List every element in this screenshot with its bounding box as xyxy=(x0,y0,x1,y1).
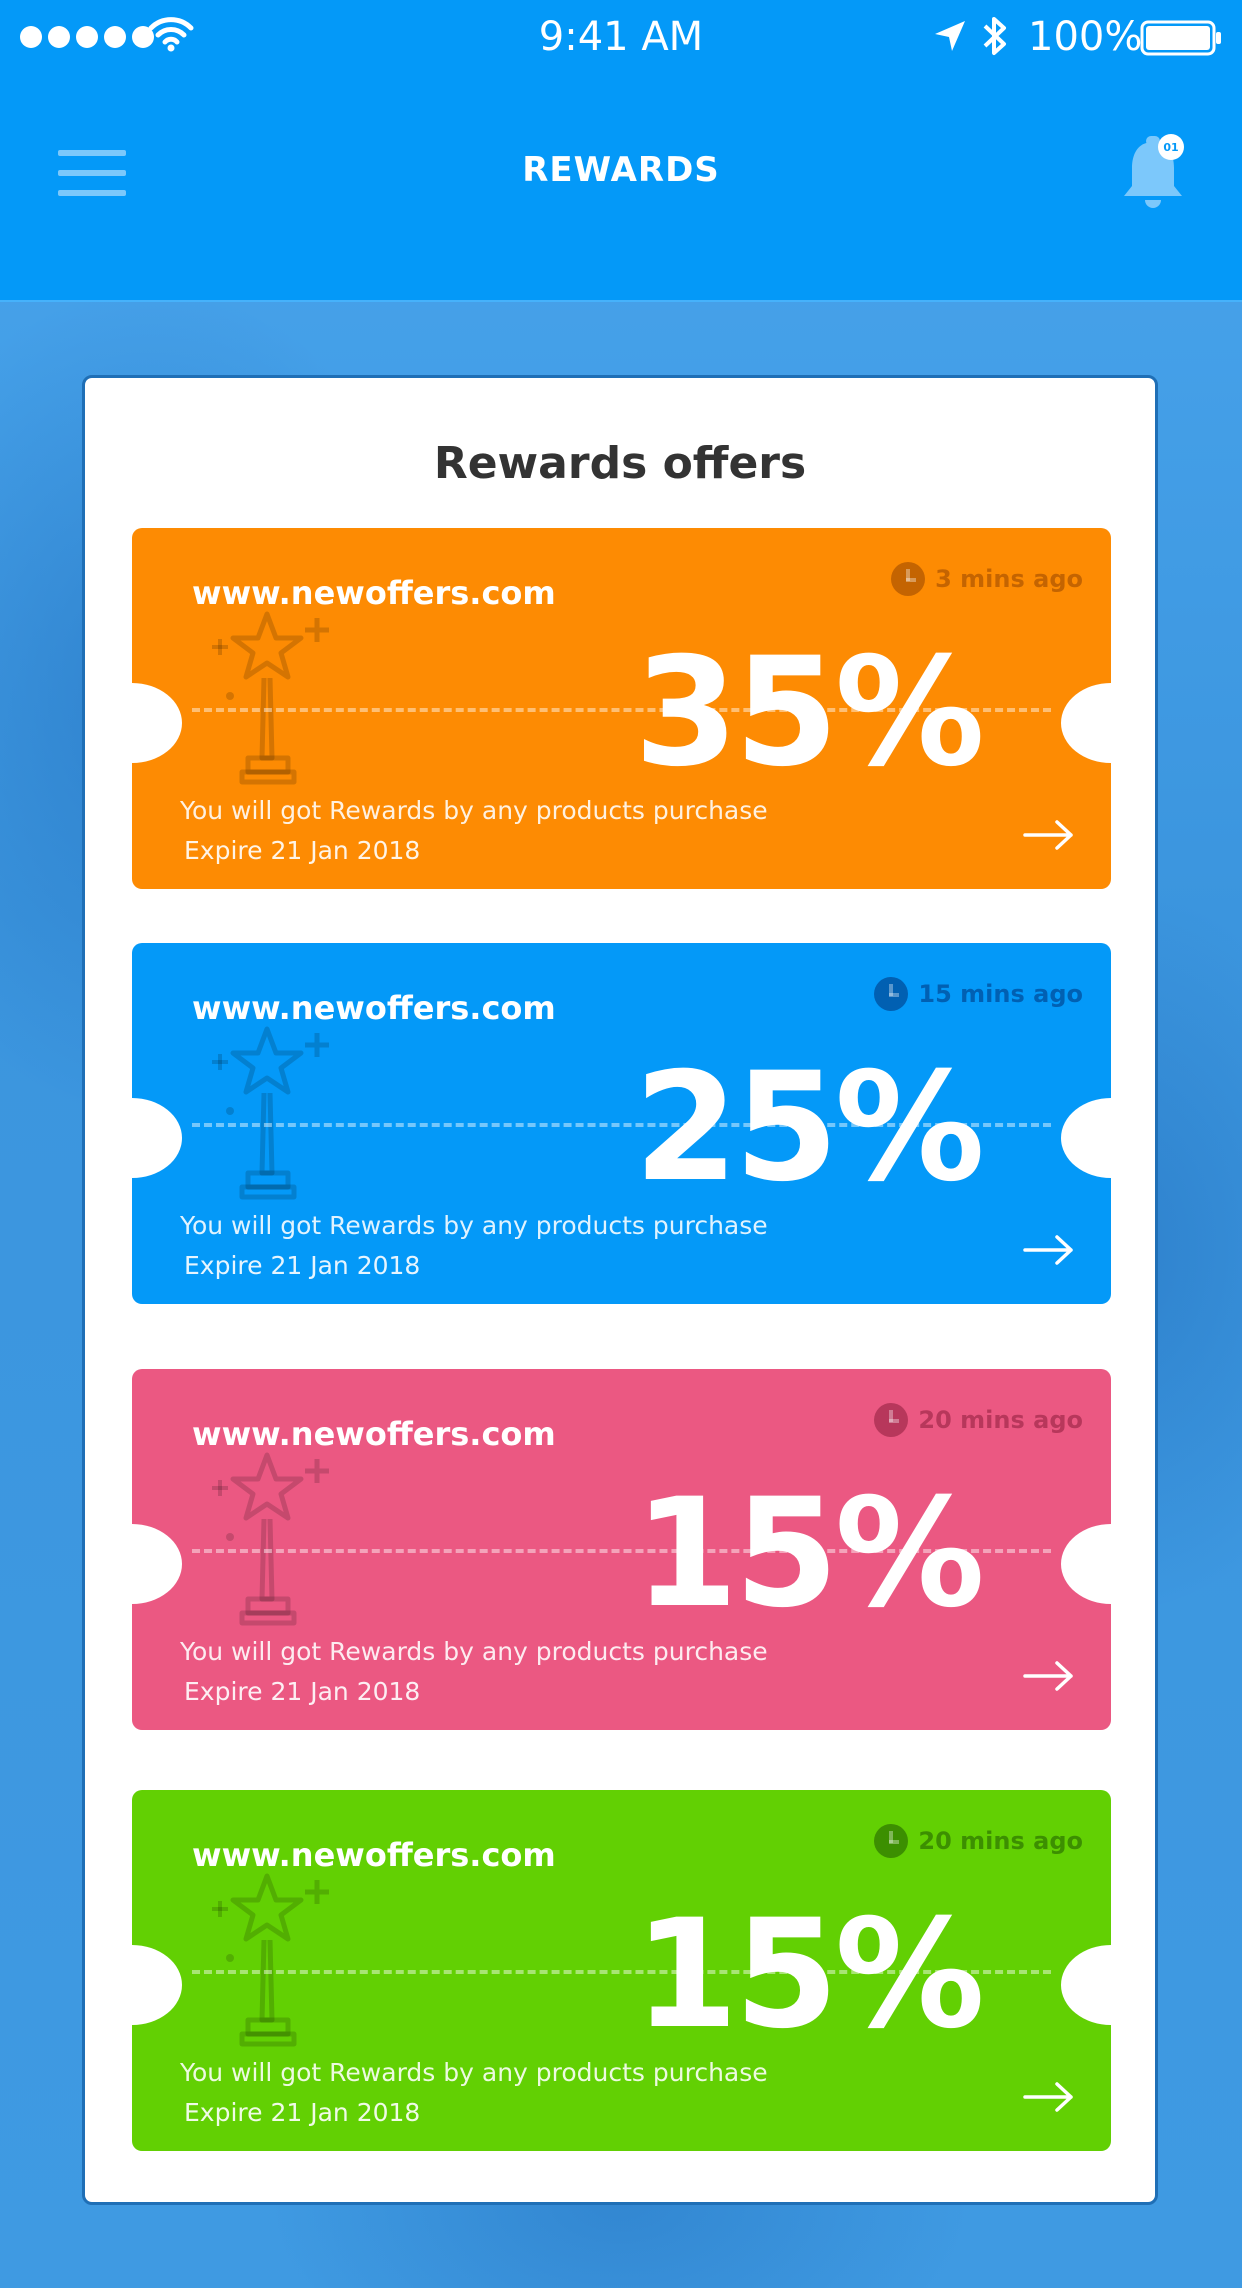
offer-ticket-2[interactable]: www.newoffers.com 15 mins ago 25% You wi… xyxy=(132,943,1111,1304)
arrow-right-icon[interactable] xyxy=(1023,1659,1075,1693)
ticket-notch-right xyxy=(1061,1098,1111,1178)
battery-icon xyxy=(1140,20,1221,56)
clock-icon xyxy=(891,562,926,596)
location-arrow-icon xyxy=(935,21,965,51)
trophy-icon xyxy=(212,1873,329,2047)
clock-icon xyxy=(874,1403,909,1437)
offer-site: www.newoffers.com xyxy=(192,574,556,612)
offer-time-label: 3 mins ago xyxy=(935,565,1083,593)
offer-expiry: Expire 21 Jan 2018 xyxy=(184,1677,421,1706)
arrow-right-icon[interactable] xyxy=(1023,1233,1075,1267)
offer-ticket-3[interactable]: www.newoffers.com 20 mins ago 15% You wi… xyxy=(132,1369,1111,1730)
offer-description: You will got Rewards by any products pur… xyxy=(180,1637,768,1666)
offer-ticket-4[interactable]: www.newoffers.com 20 mins ago 15% You wi… xyxy=(132,1790,1111,2151)
offer-time: 15 mins ago xyxy=(874,977,1083,1011)
offer-time-label: 15 mins ago xyxy=(918,980,1083,1008)
offer-ticket-1[interactable]: www.newoffers.com 3 mins ago 35% You wil… xyxy=(132,528,1111,889)
offer-percent: 15% xyxy=(633,1888,985,2062)
offer-expiry: Expire 21 Jan 2018 xyxy=(184,2098,421,2127)
arrow-right-icon[interactable] xyxy=(1023,818,1075,852)
page-title: REWARDS xyxy=(522,150,720,190)
trophy-icon xyxy=(212,1026,329,1200)
offer-time-label: 20 mins ago xyxy=(918,1827,1083,1855)
trophy-icon xyxy=(212,611,329,785)
notifications-button[interactable]: 01 xyxy=(1118,130,1188,216)
ticket-notch-right xyxy=(1061,1945,1111,2025)
offer-expiry: Expire 21 Jan 2018 xyxy=(184,1251,421,1280)
offer-site: www.newoffers.com xyxy=(192,1415,556,1453)
offer-time: 20 mins ago xyxy=(874,1824,1083,1858)
ticket-notch-left xyxy=(132,1524,182,1604)
trophy-icon xyxy=(212,1452,329,1626)
offer-description: You will got Rewards by any products pur… xyxy=(180,1211,768,1240)
offer-percent: 15% xyxy=(633,1467,985,1641)
bluetooth-icon xyxy=(983,17,1006,55)
offer-time: 3 mins ago xyxy=(891,562,1083,596)
app-header: 9:41 AM 100% REWARDS 01 xyxy=(0,0,1242,302)
notification-badge: 01 xyxy=(1158,134,1184,160)
offer-description: You will got Rewards by any products pur… xyxy=(180,796,768,825)
offer-percent: 25% xyxy=(633,1041,985,1215)
clock-icon xyxy=(874,1824,909,1858)
ticket-notch-left xyxy=(132,1945,182,2025)
offer-time: 20 mins ago xyxy=(874,1403,1083,1437)
ticket-notch-left xyxy=(132,683,182,763)
ticket-notch-right xyxy=(1061,683,1111,763)
panel-title: Rewards offers xyxy=(433,438,807,489)
offer-site: www.newoffers.com xyxy=(192,989,556,1027)
ticket-notch-right xyxy=(1061,1524,1111,1604)
offer-expiry: Expire 21 Jan 2018 xyxy=(184,836,421,865)
ticket-notch-left xyxy=(132,1098,182,1178)
offer-site: www.newoffers.com xyxy=(192,1836,556,1874)
offer-percent: 35% xyxy=(633,626,985,800)
arrow-right-icon[interactable] xyxy=(1023,2080,1075,2114)
offer-description: You will got Rewards by any products pur… xyxy=(180,2058,768,2087)
rewards-panel: Rewards offers www.newoffers.com 3 mins … xyxy=(82,375,1158,2205)
status-bar: 9:41 AM 100% xyxy=(0,0,1242,72)
clock-icon xyxy=(874,977,909,1011)
offer-time-label: 20 mins ago xyxy=(918,1406,1083,1434)
battery-percent: 100% xyxy=(1028,14,1143,60)
